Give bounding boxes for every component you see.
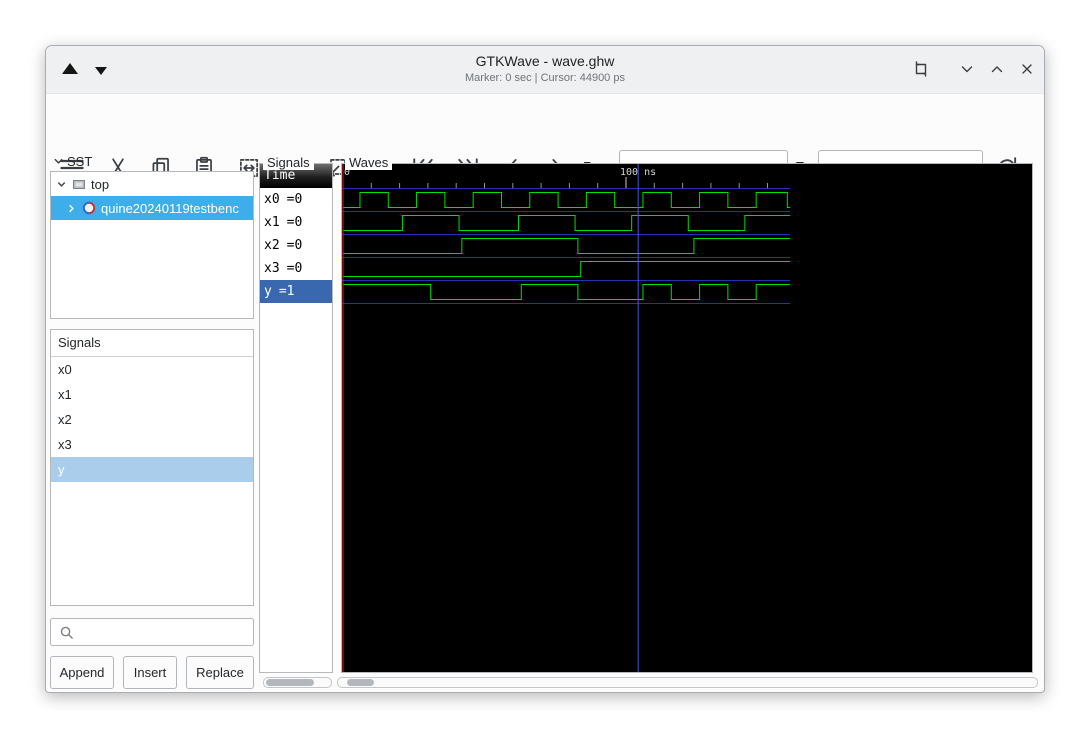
sst-tree: top quine20240119testbenc <box>50 171 254 319</box>
signal-value: =0 <box>286 261 303 276</box>
signal-list-item[interactable]: x3 <box>51 432 253 457</box>
wave-signal-row[interactable]: x0 =0 <box>260 188 332 211</box>
wave-signal-row[interactable]: x1 =0 <box>260 211 332 234</box>
signal-name: x0 <box>264 192 280 207</box>
scrollbar-thumb[interactable] <box>266 679 314 686</box>
window-title: GTKWave - wave.ghw <box>475 53 615 69</box>
tree-node-top[interactable]: top <box>51 172 253 196</box>
gtkwave-window: GTKWave - wave.ghw Marker: 0 sec | Curso… <box>45 45 1045 693</box>
toolbar: From: To: <box>46 95 1044 185</box>
signal-list-item[interactable]: x0 <box>51 357 253 382</box>
append-button[interactable]: Append <box>50 656 114 689</box>
waveform-canvas[interactable]: 0 100 ns <box>342 164 1032 672</box>
waves-frame-label: Waves <box>345 155 393 170</box>
signal-name: x1 <box>264 215 280 230</box>
signal-name: x2 <box>264 238 280 253</box>
signal-value: =0 <box>286 192 303 207</box>
signal-list-item[interactable]: y <box>51 457 253 482</box>
search-icon <box>60 626 73 639</box>
signal-name: y <box>264 284 272 299</box>
tree-node-label: top <box>91 176 110 192</box>
desktop: { "window": { "title": "GTKWave - wave.g… <box>0 0 1090 738</box>
wave-signal-row[interactable]: x2 =0 <box>260 234 332 257</box>
signal-list-item[interactable]: x1 <box>51 382 253 407</box>
wave-signal-row[interactable]: x3 =0 <box>260 257 332 280</box>
signal-search <box>50 618 254 646</box>
module-icon <box>82 201 96 215</box>
expander-down-icon <box>57 181 66 187</box>
expander-right-icon <box>69 204 74 212</box>
search-input[interactable] <box>79 620 249 644</box>
replace-button[interactable]: Replace <box>186 656 254 689</box>
tree-node-testbench[interactable]: quine20240119testbenc <box>51 196 253 220</box>
signal-value: =0 <box>286 238 303 253</box>
signal-value: =0 <box>286 215 303 230</box>
signal-value: =1 <box>278 284 295 299</box>
signals-list-header: Signals <box>51 330 253 357</box>
waves-pane[interactable]: Waves 0 100 ns <box>341 155 1033 673</box>
sst-label: SST <box>67 153 93 169</box>
minimize-button[interactable] <box>958 60 976 78</box>
tree-node-label: quine20240119testbenc <box>101 200 239 216</box>
wave-signal-rows: x0 =0 x1 =0 x2 =0 x3 =0 y =1 <box>260 188 332 303</box>
maximize-button[interactable] <box>988 60 1006 78</box>
window-menu-up-icon[interactable] <box>62 63 78 74</box>
window-menu-down-icon[interactable] <box>95 67 107 75</box>
restore-icon[interactable] <box>912 60 930 78</box>
marker-cursor-status: Marker: 0 sec | Cursor: 44900 ps <box>465 72 625 84</box>
scrollbar-thumb[interactable] <box>347 679 374 686</box>
waves-hscrollbar[interactable] <box>337 677 1038 688</box>
signal-list: x0 x1 x2 x3 y <box>51 357 253 482</box>
signal-name: x3 <box>264 261 280 276</box>
wave-signal-row[interactable]: y =1 <box>260 280 332 303</box>
signal-facilities-panel: Signals x0 x1 x2 x3 y <box>50 329 254 606</box>
signals-frame-label: Signals <box>263 155 314 170</box>
titlebar[interactable]: GTKWave - wave.ghw Marker: 0 sec | Curso… <box>46 46 1044 94</box>
sst-expander[interactable]: SST <box>53 152 92 170</box>
wave-signals-pane: Signals Time x0 =0 x1 =0 x2 =0 x3 =0 y =1 <box>259 155 333 673</box>
chevron-down-icon <box>54 158 63 164</box>
insert-button[interactable]: Insert <box>123 656 177 689</box>
component-icon <box>73 180 85 189</box>
signal-list-item[interactable]: x2 <box>51 407 253 432</box>
signals-hscrollbar[interactable] <box>263 677 332 688</box>
close-button[interactable] <box>1018 60 1036 78</box>
